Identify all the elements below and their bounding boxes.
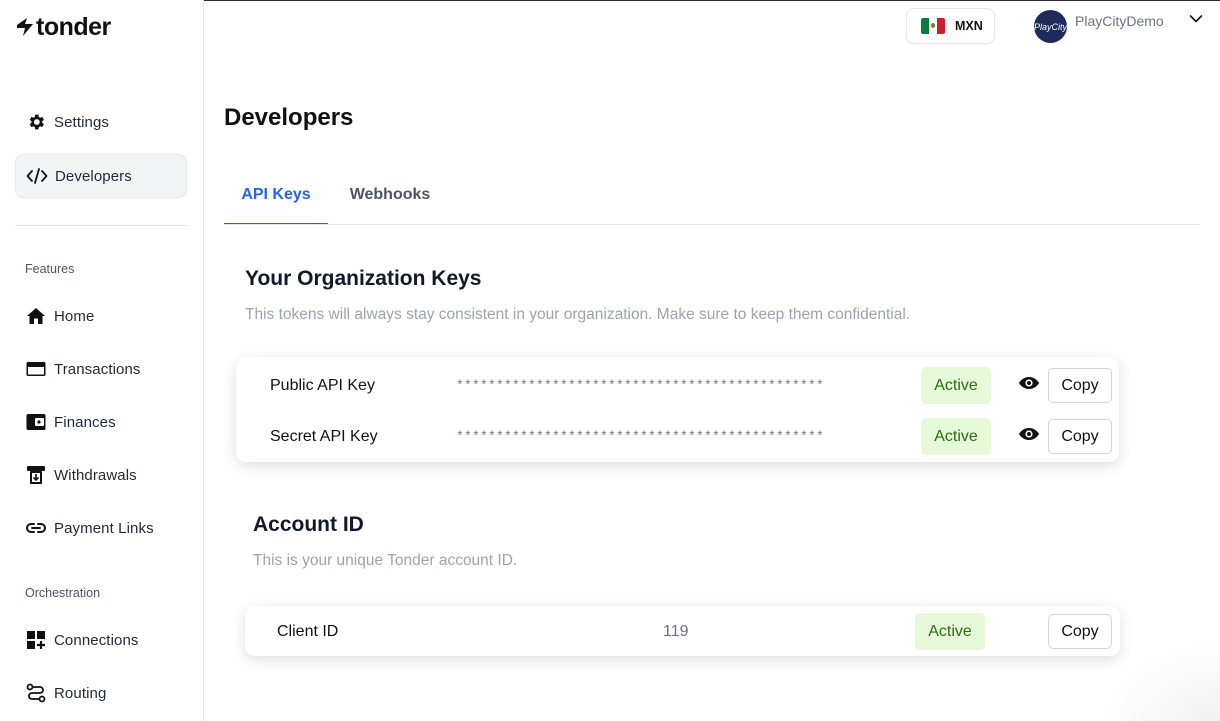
currency-selector[interactable]: MXN — [906, 8, 995, 44]
sidebar-item-label: Withdrawals — [54, 466, 137, 484]
mexico-flag-icon — [921, 18, 945, 34]
sidebar-item-settings[interactable]: Settings — [15, 100, 187, 144]
secret-api-key-label: Secret API Key — [270, 428, 378, 445]
status-badge: Active — [915, 613, 985, 650]
sidebar-item-label: Payment Links — [54, 519, 154, 537]
chevron-down-icon[interactable] — [1189, 14, 1203, 24]
sidebar-item-payment-links[interactable]: Payment Links — [15, 506, 187, 550]
sidebar-item-label: Routing — [54, 684, 107, 702]
account-id-card: Client ID 119 Active Copy — [245, 606, 1120, 656]
sidebar-item-withdrawals[interactable]: Withdrawals — [15, 453, 187, 497]
sidebar-item-transactions[interactable]: Transactions — [15, 347, 187, 391]
logo-text: tonder — [36, 13, 111, 41]
secret-api-key-value: ****************************************… — [456, 429, 825, 444]
avatar: PlayCity — [1034, 10, 1067, 43]
sidebar-item-connections[interactable]: Connections — [15, 618, 187, 662]
sidebar-item-label: Home — [54, 307, 95, 325]
tab-webhooks[interactable]: Webhooks — [340, 186, 440, 225]
sidebar-item-label: Finances — [54, 413, 116, 431]
status-badge: Active — [921, 418, 991, 455]
account-id-title: Account ID — [253, 513, 364, 536]
account-menu[interactable]: PlayCity PlayCityDemo — [1034, 10, 1164, 43]
sidebar-item-developers[interactable]: Developers — [15, 154, 187, 198]
copy-secret-key-button[interactable]: Copy — [1048, 419, 1112, 454]
sidebar-item-label: Connections — [54, 631, 139, 649]
page-title: Developers — [224, 104, 354, 131]
copy-public-key-button[interactable]: Copy — [1048, 368, 1112, 403]
sidebar-divider — [15, 225, 187, 226]
account-name: PlayCityDemo — [1075, 13, 1164, 29]
sidebar-item-label: Settings — [54, 113, 109, 131]
gear-icon — [25, 111, 47, 133]
eye-icon[interactable] — [1018, 423, 1040, 445]
section-label-features: Features — [25, 262, 75, 276]
client-id-value: 119 — [663, 623, 689, 640]
eye-icon[interactable] — [1018, 372, 1040, 394]
tab-api-keys[interactable]: API Keys — [224, 186, 328, 225]
wallet-icon — [25, 411, 47, 433]
sidebar: tonder Settings Developers Features Home… — [0, 0, 204, 721]
status-badge: Active — [921, 367, 991, 404]
code-icon — [26, 165, 48, 187]
org-keys-subtitle: This tokens will always stay consistent … — [245, 306, 911, 323]
account-id-subtitle: This is your unique Tonder account ID. — [253, 552, 518, 569]
corner-shadow — [1100, 641, 1220, 721]
org-keys-title: Your Organization Keys — [245, 267, 482, 290]
public-api-key-label: Public API Key — [270, 377, 375, 394]
tonder-logo[interactable]: tonder — [16, 14, 111, 40]
sidebar-item-home[interactable]: Home — [15, 294, 187, 338]
tabs-divider — [224, 224, 1200, 225]
routing-icon — [25, 682, 47, 704]
sidebar-item-finances[interactable]: Finances — [15, 400, 187, 444]
client-id-label: Client ID — [277, 623, 339, 640]
currency-code: MXN — [955, 19, 983, 33]
org-keys-card: Public API Key *************************… — [236, 357, 1119, 462]
public-api-key-value: ****************************************… — [456, 378, 825, 393]
sidebar-item-label: Transactions — [54, 360, 141, 378]
section-label-orchestration: Orchestration — [25, 586, 101, 600]
card-icon — [25, 358, 47, 380]
sidebar-item-routing[interactable]: Routing — [15, 671, 187, 715]
home-icon — [25, 305, 47, 327]
lightning-logo-icon — [17, 18, 33, 36]
withdraw-icon — [25, 464, 47, 486]
sidebar-item-label: Developers — [55, 167, 132, 185]
connections-icon — [25, 629, 47, 651]
link-icon — [25, 517, 47, 539]
